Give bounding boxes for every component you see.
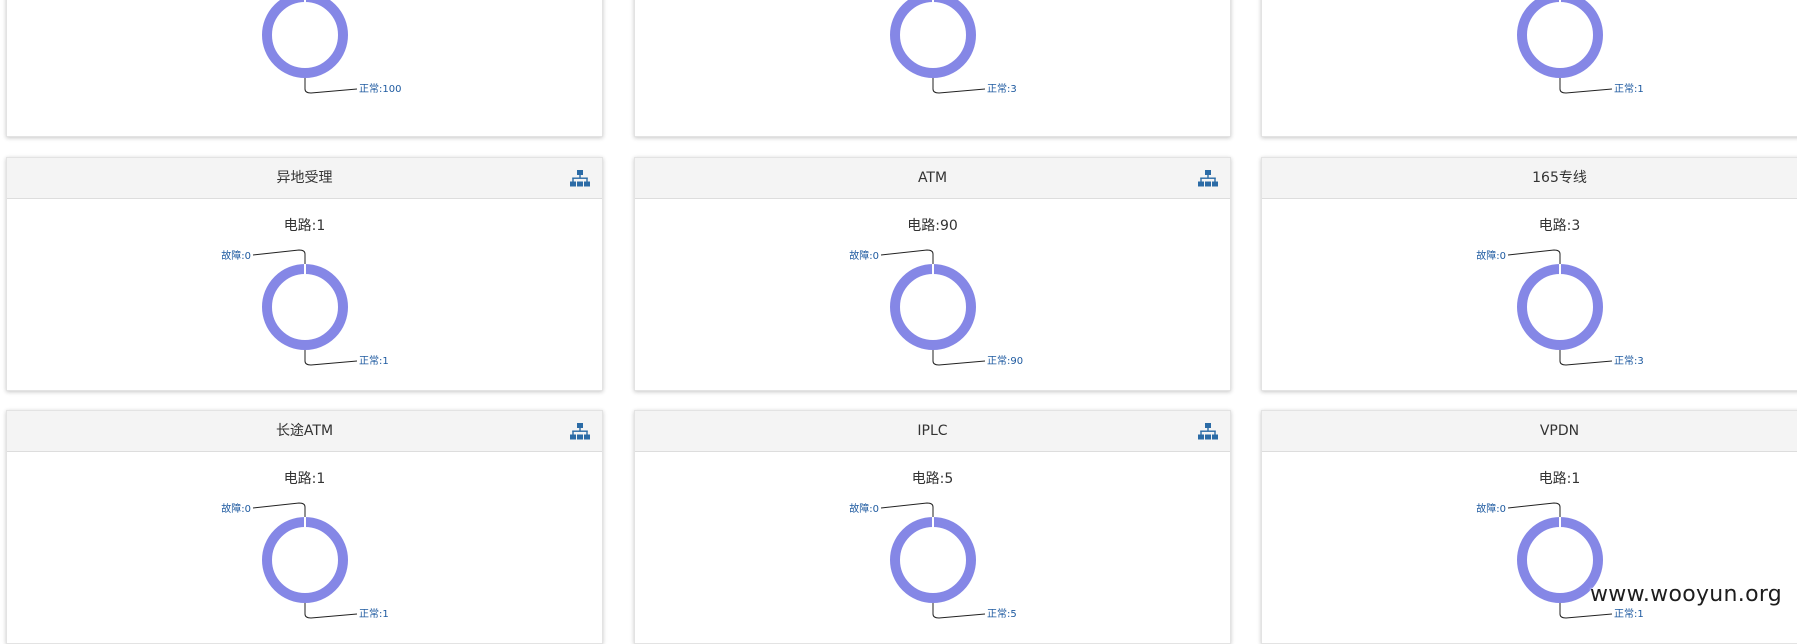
chart-panel: 165专线 电路:3 故障:0 正常:3 xyxy=(1261,157,1797,391)
chart-panel: 故障:0正常:100 xyxy=(6,0,603,137)
chart-panel: ATM 电路:90 故障:0 正常:90 xyxy=(634,157,1231,391)
fault-leader-line xyxy=(1507,502,1561,517)
normal-slice xyxy=(890,264,976,350)
normal-slice xyxy=(890,0,976,78)
chart-panel: 故障:0正常:1 xyxy=(1261,0,1797,137)
watermark: www.wooyun.org xyxy=(1590,582,1783,607)
fault-label: 故障:0 xyxy=(1476,249,1506,262)
fault-label: 故障:0 xyxy=(221,249,251,262)
fault-label: 故障:0 xyxy=(849,249,879,262)
panel-header: IPLC xyxy=(635,411,1230,452)
panel-header: VPDN xyxy=(1262,411,1797,452)
normal-slice xyxy=(890,517,976,603)
normal-leader-line xyxy=(932,78,986,94)
fault-label: 故障:0 xyxy=(1476,502,1506,515)
panel-title: ATM xyxy=(917,170,948,186)
sitemap-icon[interactable] xyxy=(570,170,590,187)
normal-label: 正常:1 xyxy=(359,354,389,367)
panel-title: 异地受理 xyxy=(276,170,333,186)
normal-label: 正常:1 xyxy=(1614,607,1644,620)
donut-chart: 故障:0正常:1 xyxy=(1517,0,1644,95)
donut-chart: 故障:0 正常:1 xyxy=(221,502,389,620)
panel-header: 165专线 xyxy=(1262,158,1797,199)
normal-slice xyxy=(1517,264,1603,350)
fault-leader-line xyxy=(1507,249,1561,264)
fault-leader-line xyxy=(880,502,934,517)
normal-leader-line xyxy=(932,350,986,366)
donut-chart: 故障:0 正常:1 xyxy=(1476,502,1644,620)
normal-leader-line xyxy=(304,350,358,366)
normal-leader-line xyxy=(304,78,358,94)
normal-slice xyxy=(262,517,348,603)
panel-title: VPDN xyxy=(1539,423,1580,439)
fault-leader-line xyxy=(252,249,306,264)
sitemap-icon[interactable] xyxy=(1198,170,1218,187)
normal-label: 正常:1 xyxy=(359,607,389,620)
normal-label: 正常:1 xyxy=(1614,82,1644,95)
normal-label: 正常:3 xyxy=(1614,354,1644,367)
normal-label: 正常:3 xyxy=(987,82,1017,95)
donut-chart: 故障:0正常:3 xyxy=(890,0,1017,95)
sitemap-icon[interactable] xyxy=(1198,423,1218,440)
fault-leader-line xyxy=(252,502,306,517)
sitemap-icon[interactable] xyxy=(570,423,590,440)
donut-chart: 故障:0正常:100 xyxy=(262,0,401,95)
normal-label: 正常:100 xyxy=(359,82,401,95)
chart-panel: 异地受理 电路:1 故障:0 正常:1 xyxy=(6,157,603,391)
panel-title: 长途ATM xyxy=(275,423,334,439)
normal-leader-line xyxy=(1559,350,1613,366)
panel-header: 异地受理 xyxy=(7,158,602,199)
normal-leader-line xyxy=(1559,78,1613,94)
chart-panel: VPDN 电路:1 故障:0 正常:1 xyxy=(1261,410,1797,644)
normal-leader-line xyxy=(932,603,986,619)
normal-leader-line xyxy=(304,603,358,619)
chart-panel: 长途ATM 电路:1 故障:0 正常:1 xyxy=(6,410,603,644)
normal-label: 正常:5 xyxy=(987,607,1017,620)
donut-chart: 故障:0 正常:1 xyxy=(221,249,389,367)
normal-slice xyxy=(262,0,348,78)
normal-label: 正常:90 xyxy=(987,354,1023,367)
donut-chart: 故障:0 正常:90 xyxy=(849,249,1023,367)
fault-leader-line xyxy=(880,249,934,264)
normal-slice xyxy=(1517,0,1603,78)
chart-panel: 故障:0正常:3 xyxy=(634,0,1231,137)
donut-chart: 故障:0 正常:3 xyxy=(1476,249,1644,367)
panel-grid: 故障:0正常:100 故障:0正常:3 故障:0正常:1 异地受理 电路:1 故… xyxy=(0,0,1797,644)
panel-title: 165专线 xyxy=(1532,170,1587,186)
panel-title: IPLC xyxy=(917,423,948,439)
donut-chart: 故障:0 正常:5 xyxy=(849,502,1017,620)
fault-label: 故障:0 xyxy=(849,502,879,515)
normal-slice xyxy=(262,264,348,350)
chart-panel: IPLC 电路:5 故障:0 正常:5 xyxy=(634,410,1231,644)
fault-label: 故障:0 xyxy=(221,502,251,515)
normal-slice xyxy=(1517,517,1603,603)
panel-header: ATM xyxy=(635,158,1230,199)
panel-header: 长途ATM xyxy=(7,411,602,452)
